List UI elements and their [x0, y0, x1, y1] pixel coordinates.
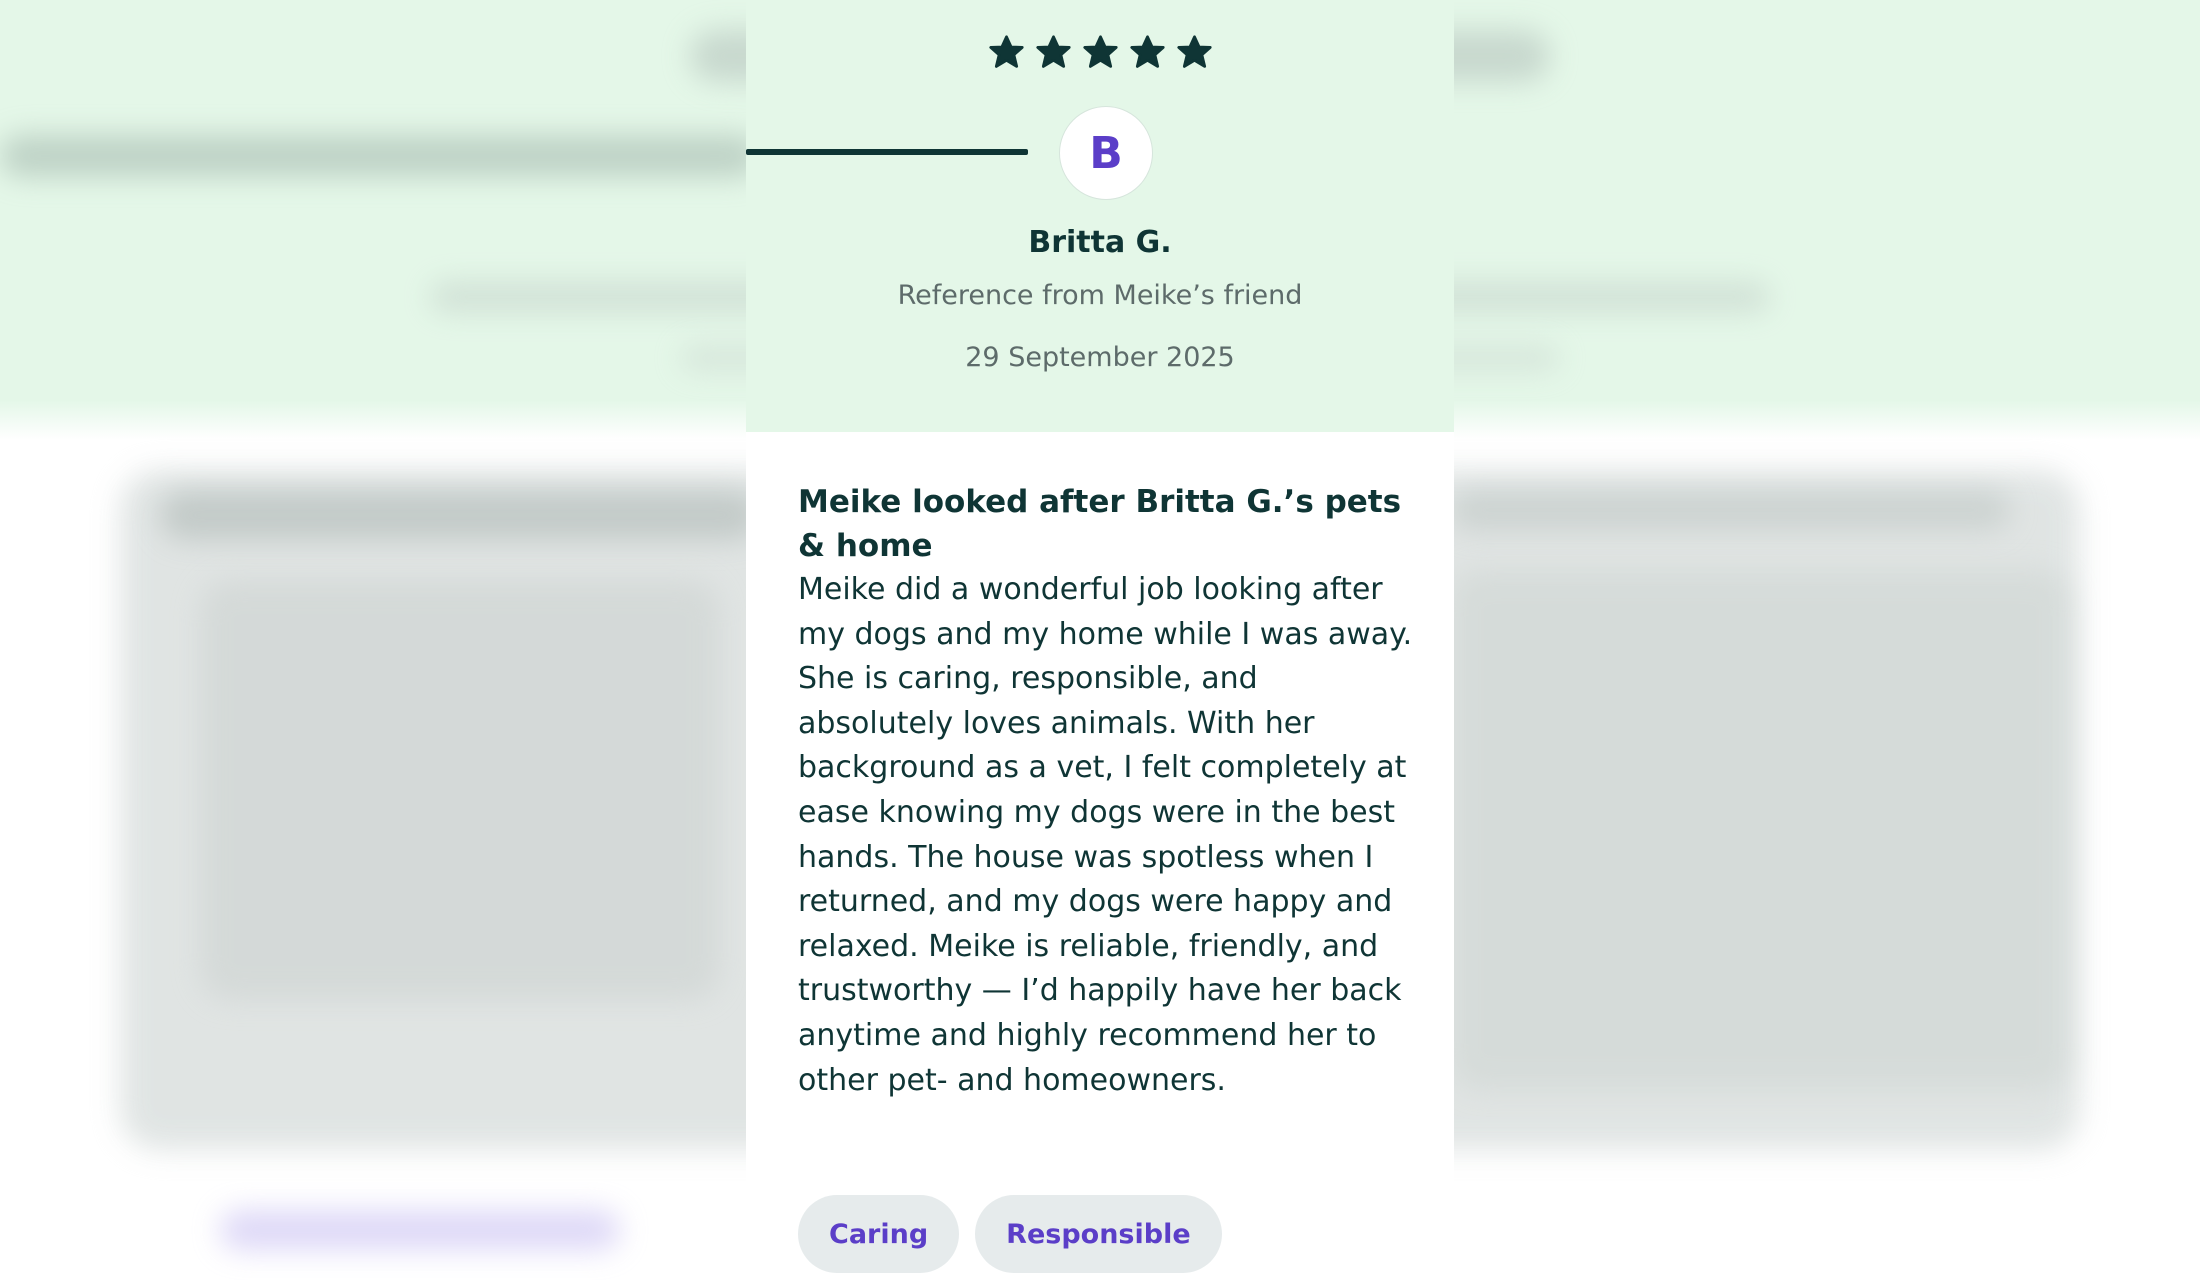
review-tags: Caring Responsible: [798, 1195, 1222, 1273]
tag-responsible[interactable]: Responsible: [975, 1195, 1222, 1273]
header-divider: [746, 149, 1028, 155]
reviewer-relation: Reference from Meike’s friend: [897, 280, 1303, 311]
reviewer-name: Britta G.: [1028, 225, 1172, 260]
avatar: B: [1059, 106, 1153, 200]
star-icon: [1129, 35, 1165, 68]
star-icon: [1035, 35, 1071, 68]
tag-caring[interactable]: Caring: [798, 1195, 960, 1273]
star-icon: [1082, 35, 1118, 68]
review-date: 29 September 2025: [965, 342, 1235, 373]
star-icon: [1176, 35, 1212, 68]
review-body: Meike did a wonderful job looking after …: [798, 572, 1413, 1098]
star-rating: [746, 34, 1454, 71]
star-icon: [988, 35, 1024, 68]
review-header: B Britta G. Reference from Meike’s frien…: [746, 0, 1454, 432]
review-title: Meike looked after Britta G.’s pets & ho…: [798, 484, 1402, 564]
review-card: B Britta G. Reference from Meike’s frien…: [746, 0, 1454, 1280]
